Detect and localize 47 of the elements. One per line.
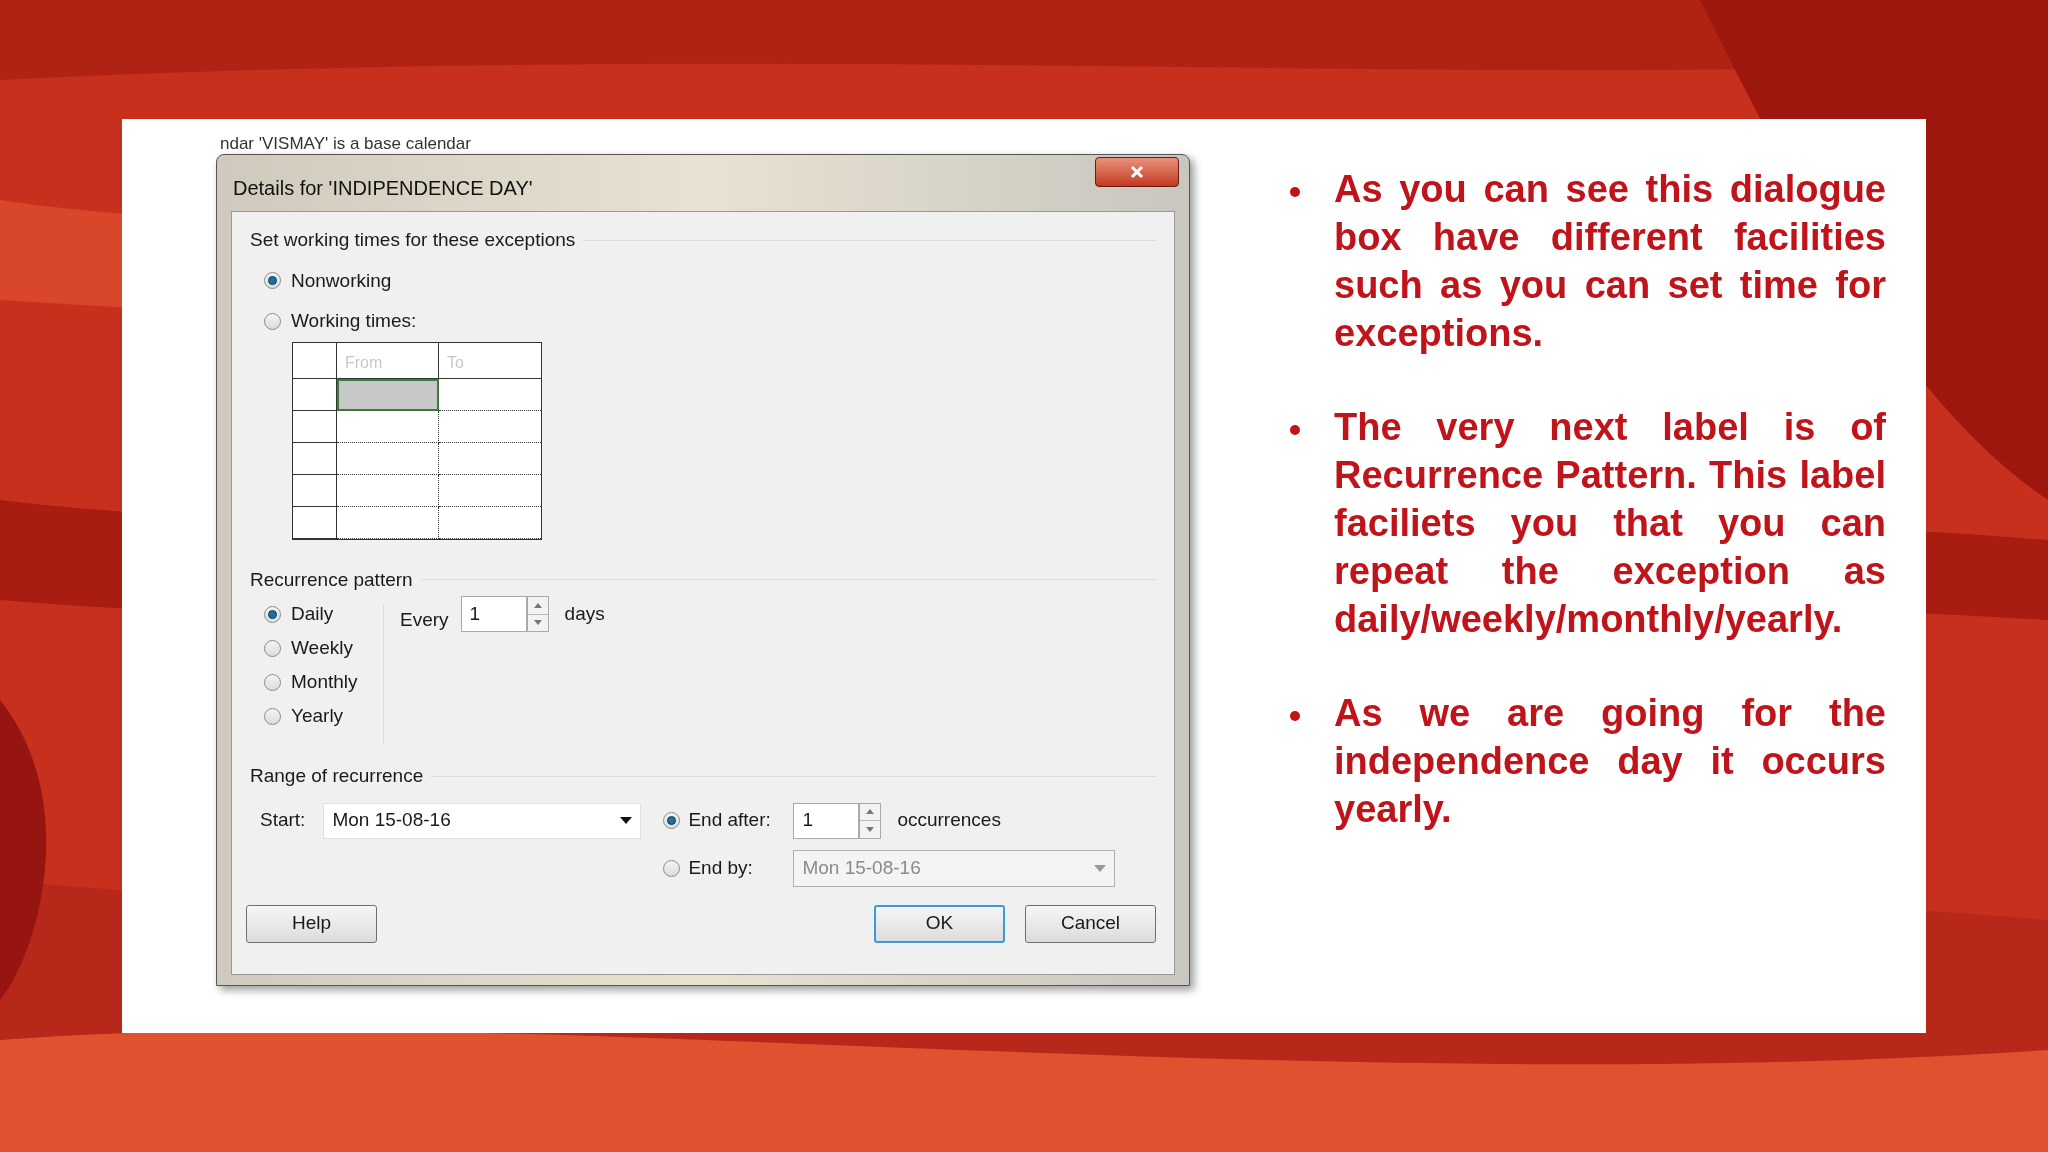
dialog-button[interactable]: OK [874,904,1005,943]
table-cell[interactable] [337,378,439,411]
table-cell[interactable] [337,506,439,539]
radio-label: Daily [291,601,334,626]
dialog-button[interactable]: Cancel [1025,904,1156,943]
radio-button[interactable] [264,673,281,691]
dialog-button[interactable]: Help [246,904,377,943]
radio-button[interactable] [264,605,281,623]
radio-label: End after: [688,808,772,833]
unit-label: occurrences [897,808,1001,833]
input-field[interactable]: 1 [460,596,527,632]
bullet-icon [1290,711,1300,721]
table-cell[interactable] [337,410,439,443]
radio-label: End by: [688,856,754,881]
radio-label: Working times: [291,309,417,333]
dropdown-arrow-icon [1094,865,1107,872]
spinner-icon[interactable] [859,802,882,839]
close-icon [1130,165,1144,179]
bullet-icon [1290,187,1300,197]
radio-button[interactable] [264,707,281,725]
dropdown-arrow-icon [620,817,633,824]
bullet-text: The very next label is of Recurrence Pattern. This label faciliets you that you can repeat the exception as daily/weekly/monthly/yearly. [1334,405,1886,642]
radio-button[interactable] [264,272,281,290]
bullet-text: As we are going for the independence day it occurs yearly. [1334,691,1886,832]
radio-button[interactable] [264,639,281,657]
field-label: Every [400,608,449,632]
start-date-dropdown[interactable]: Mon 15-08-16 [323,802,642,839]
spinner-icon[interactable] [526,596,549,632]
radio-label: Monthly [291,669,358,694]
field-label: Start: [260,808,306,833]
radio-label: Nonworking [291,268,392,293]
table-cell[interactable] [337,442,439,475]
group-heading: Range of recurrence [250,764,424,788]
background-window-text: ndar 'VISMAY' is a base calendar [219,134,471,154]
input-field[interactable]: 1 [793,802,860,839]
window-title: Details for 'INDIPENDENCE DAY' [233,176,533,201]
unit-label: days [564,602,605,626]
close-button[interactable] [1095,157,1179,187]
radio-label: Weekly [291,635,353,660]
radio-label: Yearly [291,703,344,728]
radio-button[interactable] [663,812,681,829]
bullet-icon [1290,425,1300,435]
bullet-text: As you can see this dialogue box have different facilities such as you can set time for exceptions. [1334,167,1886,356]
table-cell[interactable] [337,474,439,507]
group-heading: Set working times for these exceptions [250,228,576,252]
radio-button[interactable] [264,312,281,330]
group-heading: Recurrence pattern [250,567,413,592]
